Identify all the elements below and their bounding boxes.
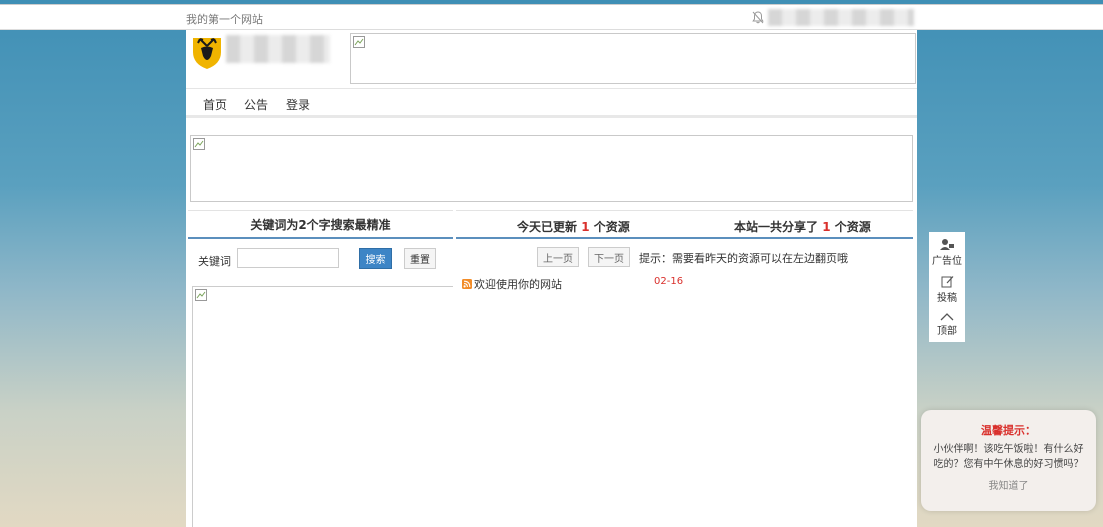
broken-image-icon: [353, 36, 365, 48]
notice-popup: 温馨提示： 小伙伴啊！该吃午饭啦！有什么好吃的？您有中午休息的好习惯吗？ 我知道…: [921, 410, 1096, 511]
bell-slash-icon[interactable]: [752, 11, 764, 24]
list-item-date: 02-16: [654, 276, 684, 287]
resource-panel-header: 今天已更新 1 个资源 本站一共分享了 1 个资源: [456, 210, 913, 239]
notice-dismiss-button[interactable]: 我知道了: [989, 477, 1029, 492]
site-name[interactable]: 我的第一个网站: [186, 11, 263, 27]
total-suffix: 个资源: [834, 220, 871, 234]
today-suffix: 个资源: [593, 220, 630, 234]
edit-icon: [941, 276, 953, 288]
deer-logo-icon[interactable]: [190, 34, 224, 70]
total-count: 1: [822, 220, 831, 234]
main-nav: 首页 公告 登录: [186, 88, 917, 118]
float-ad-label: 广告位: [932, 256, 962, 267]
float-top-label: 顶部: [937, 326, 957, 337]
list-item-title[interactable]: 欢迎使用你的网站: [474, 276, 562, 292]
prev-page-button[interactable]: 上一页: [537, 247, 579, 267]
chevron-up-icon: [940, 313, 954, 321]
user-card-icon: [940, 239, 954, 250]
redacted-username: [768, 9, 914, 26]
float-submit-button[interactable]: 投稿: [929, 275, 965, 304]
float-top-button[interactable]: 顶部: [929, 312, 965, 337]
today-count: 1: [581, 220, 590, 234]
pager-tip: 提示：需要看昨天的资源可以在左边翻页哦: [639, 252, 848, 265]
keyword-label: 关键词: [198, 255, 231, 268]
reset-button[interactable]: 重置: [404, 248, 436, 269]
main-container: 首页 公告 登录 关键词为2个字搜索最精准 关键词 搜索 重置 今天已更新 1 …: [186, 30, 917, 527]
broken-image-icon: [193, 138, 205, 150]
search-panel: 关键词为2个字搜索最精准 关键词 搜索 重置: [188, 210, 453, 527]
rss-icon: [462, 279, 472, 289]
search-panel-title: 关键词为2个字搜索最精准: [188, 210, 453, 239]
notice-title: 温馨提示：: [981, 424, 1036, 437]
top-bar: 我的第一个网站: [0, 4, 1103, 30]
middle-banner-image[interactable]: [190, 135, 913, 202]
floating-sidebar: 广告位 投稿 顶部: [929, 232, 965, 342]
float-ad-button[interactable]: 广告位: [929, 238, 965, 267]
notice-body: 小伙伴啊！该吃午饭啦！有什么好吃的？您有中午休息的好习惯吗？: [933, 444, 1084, 470]
resource-panel: 今天已更新 1 个资源 本站一共分享了 1 个资源 上一页 下一页 提示：需要看…: [456, 210, 913, 527]
total-share-stat: 本站一共分享了 1 个资源: [734, 218, 871, 235]
top-banner-image[interactable]: [350, 33, 916, 84]
redacted-site-title: [226, 35, 330, 63]
keyword-input[interactable]: [237, 248, 339, 268]
next-page-button[interactable]: 下一页: [588, 247, 630, 267]
search-button[interactable]: 搜索: [359, 248, 392, 269]
broken-image-icon: [195, 289, 207, 301]
total-prefix: 本站一共分享了: [734, 220, 819, 234]
list-item[interactable]: 欢迎使用你的网站 02-16: [462, 276, 902, 292]
nav-item-home[interactable]: 首页: [203, 96, 227, 113]
float-submit-label: 投稿: [937, 293, 957, 304]
nav-item-announcement[interactable]: 公告: [244, 96, 268, 113]
left-ad-image[interactable]: [192, 286, 453, 527]
nav-item-login[interactable]: 登录: [286, 96, 310, 113]
today-prefix: 今天已更新: [517, 220, 578, 234]
today-update-stat: 今天已更新 1 个资源: [517, 218, 630, 235]
